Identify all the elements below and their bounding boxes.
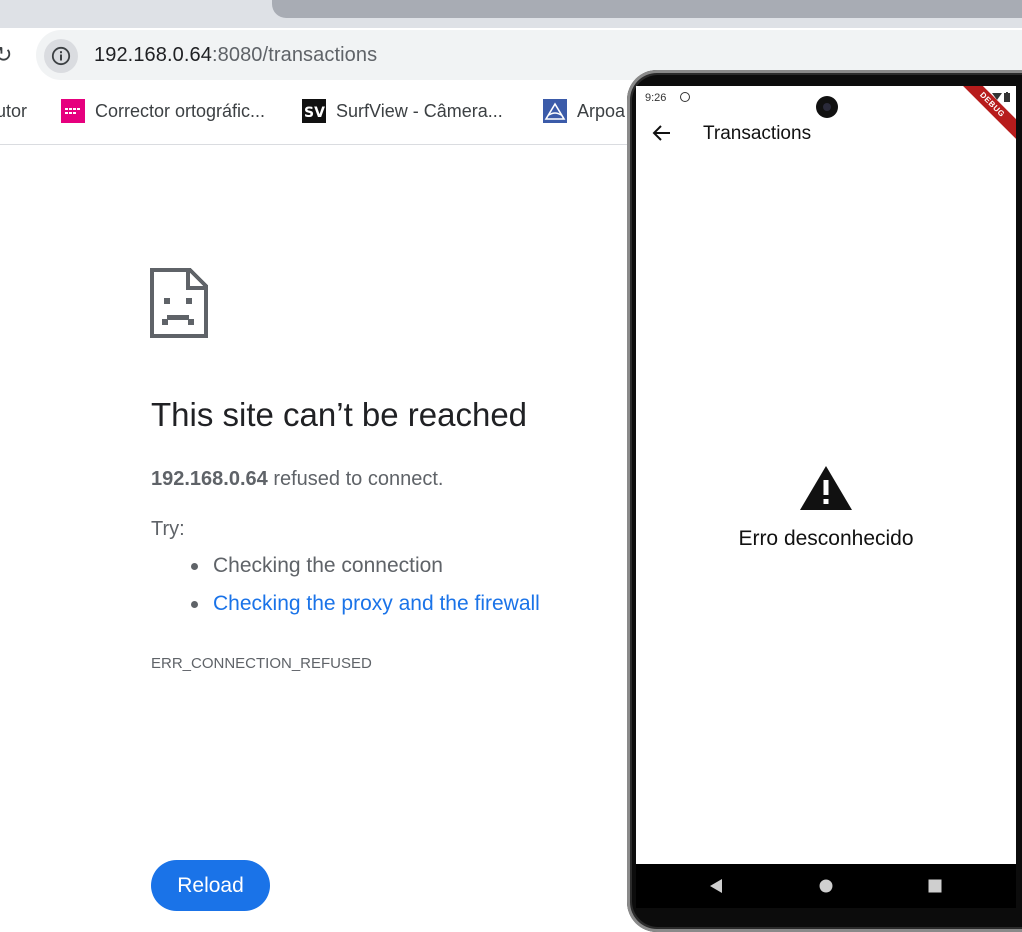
- error-message-text: refused to connect.: [267, 468, 444, 490]
- home-circle-icon[interactable]: [796, 864, 856, 908]
- url-path: :8080/transactions: [211, 44, 378, 66]
- back-triangle-icon[interactable]: [686, 864, 746, 908]
- bookmark-item-surfview[interactable]: SV SurfView - Câmera...: [302, 98, 503, 124]
- url-text[interactable]: 192.168.0.64:8080/transactions: [94, 44, 377, 67]
- status-bar: 9:26 DEBUG: [636, 86, 1016, 146]
- arpoador-favicon: [543, 99, 567, 123]
- bookmark-label: SurfView - Câmera...: [336, 100, 503, 121]
- bookmark-item[interactable]: utor: [0, 98, 27, 124]
- bookmark-label: Corrector ortográfic...: [95, 100, 266, 121]
- bookmark-label: utor: [0, 100, 28, 121]
- back-arrow-icon[interactable]: [652, 123, 672, 148]
- error-code: ERR_CONNECTION_REFUSED: [151, 655, 372, 672]
- bookmark-item-arpoador[interactable]: Arpoa: [543, 98, 625, 124]
- corrector-favicon: [61, 99, 85, 123]
- sad-page-icon: [150, 268, 208, 343]
- svg-text:SV: SV: [304, 105, 325, 121]
- info-icon[interactable]: [44, 39, 78, 73]
- app-bar-title: Transactions: [703, 123, 812, 144]
- suggestion-list: Checking the connection Checking the pro…: [191, 550, 540, 626]
- error-host: 192.168.0.64: [151, 468, 268, 490]
- bookmark-item-corrector[interactable]: Corrector ortográfic...: [61, 98, 265, 124]
- surfview-favicon: SV: [302, 99, 326, 123]
- bookmark-label: Arpoa: [577, 100, 626, 121]
- recents-square-icon[interactable]: [905, 864, 965, 908]
- reload-icon[interactable]: ↻: [0, 42, 12, 68]
- tab[interactable]: [272, 0, 1022, 18]
- warning-icon: [798, 464, 854, 517]
- android-nav-bar: [636, 864, 1016, 908]
- app-bar: Transactions: [636, 110, 1016, 158]
- suggestion-link-proxy-firewall[interactable]: Checking the proxy and the firewall: [191, 588, 540, 626]
- phone-screen: 9:26 DEBUG Transactions Erro desconhecid…: [636, 86, 1016, 864]
- sync-icon: [680, 92, 690, 102]
- tab-strip: [0, 0, 1022, 28]
- error-description: 192.168.0.64 refused to connect.: [151, 468, 443, 491]
- try-label: Try:: [151, 518, 185, 540]
- url-host: 192.168.0.64: [94, 44, 212, 66]
- error-title: This site can’t be reached: [151, 396, 528, 433]
- reload-button[interactable]: Reload: [151, 860, 270, 911]
- suggestion-item: Checking the connection: [191, 550, 540, 588]
- battery-icon: [1004, 92, 1010, 102]
- app-error-message: Erro desconhecido: [738, 527, 914, 550]
- status-time: 9:26: [645, 92, 667, 104]
